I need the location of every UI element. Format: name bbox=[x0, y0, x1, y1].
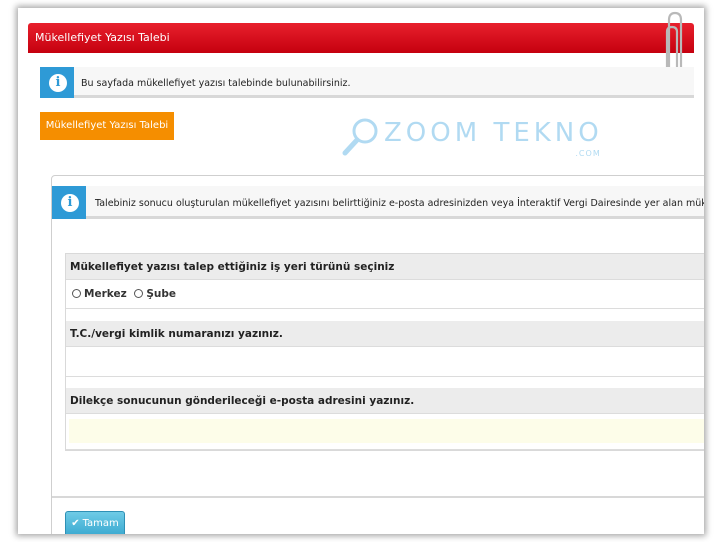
check-icon: ✔ bbox=[71, 518, 80, 529]
info-icon: i bbox=[61, 194, 79, 212]
watermark-sub: .COM bbox=[575, 149, 601, 158]
workplace-question-label: Mükellefiyet yazısı talep ettiğiniz iş y… bbox=[66, 254, 704, 280]
submit-button-label: Tamam bbox=[82, 518, 119, 529]
email-question-label: Dilekçe sonucunun gönderileceği e-posta … bbox=[66, 388, 704, 414]
window-titlebar: Mükellefiyet Yazısı Talebi bbox=[28, 23, 694, 53]
tab-mukellefiyet-talebi[interactable]: Mükellefiyet Yazısı Talebi bbox=[40, 112, 174, 140]
radio-merkez[interactable] bbox=[72, 289, 81, 298]
panel-info-bar: i Talebiniz sonucu oluşturulan mükellefi… bbox=[52, 186, 704, 219]
panel-divider bbox=[52, 496, 704, 498]
top-info-text: Bu sayfada mükellefiyet yazısı talebinde… bbox=[81, 78, 351, 89]
request-panel: i Talebiniz sonucu oluşturulan mükellefi… bbox=[51, 175, 704, 534]
radio-merkez-label[interactable]: Merkez bbox=[84, 288, 127, 300]
watermark-text: ZOOM TEKNO bbox=[384, 118, 603, 148]
radio-sube-label[interactable]: Şube bbox=[146, 288, 176, 300]
info-icon-box: i bbox=[40, 67, 74, 98]
email-row bbox=[66, 415, 704, 450]
tax-id-question-label: T.C./vergi kimlik numaranızı yazınız. bbox=[66, 321, 704, 347]
magnifier-icon bbox=[342, 118, 378, 156]
info-icon: i bbox=[49, 74, 67, 92]
workplace-options: Merkez Şube bbox=[66, 281, 704, 309]
watermark-logo: ZOOM TEKNO .COM bbox=[342, 118, 603, 158]
window-title: Mükellefiyet Yazısı Talebi bbox=[35, 31, 170, 44]
tax-id-input[interactable] bbox=[66, 348, 704, 377]
panel-info-text: Talebiniz sonucu oluşturulan mükellefiye… bbox=[95, 198, 704, 209]
top-info-bar: i Bu sayfada mükellefiyet yazısı talebin… bbox=[40, 67, 694, 98]
email-input[interactable] bbox=[69, 419, 704, 443]
submit-button[interactable]: ✔ Tamam bbox=[65, 511, 125, 534]
info-icon-box: i bbox=[52, 186, 86, 219]
form-section: Mükellefiyet yazısı talep ettiğiniz iş y… bbox=[65, 253, 704, 451]
radio-sube[interactable] bbox=[134, 289, 144, 298]
page-frame: Mükellefiyet Yazısı Talebi i Bu sayfada … bbox=[18, 8, 704, 534]
